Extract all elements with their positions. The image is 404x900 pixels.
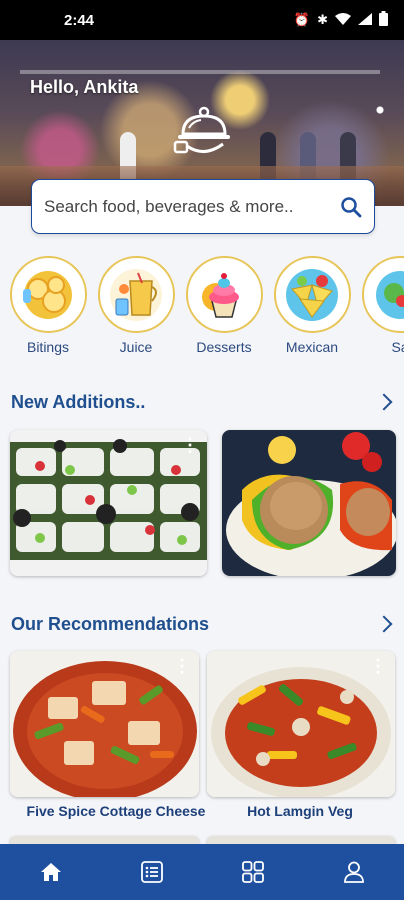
search-bar[interactable]: Search food, beverages & more.. <box>31 179 375 234</box>
home-icon <box>40 863 61 881</box>
cloche-logo-icon <box>173 106 230 154</box>
battery-icon <box>379 11 388 29</box>
juice-pitcher-icon <box>97 256 175 333</box>
veg-pizza-squares-photo <box>10 430 207 576</box>
more-options-icon[interactable]: ⋮ <box>173 657 191 675</box>
category-label: Juice <box>119 339 153 355</box>
category-item-bitings[interactable]: Bitings <box>8 256 88 355</box>
lemon-slices-icon <box>9 256 87 333</box>
search-input[interactable]: Search food, beverages & more.. <box>44 197 340 217</box>
category-carousel[interactable]: Bitings Juice Desserts Mexican S <box>0 256 404 356</box>
more-options-icon[interactable]: ⋮ <box>369 657 387 675</box>
nav-orders[interactable] <box>132 852 172 892</box>
cupcake-icon <box>185 256 263 333</box>
banner-decor <box>20 70 380 74</box>
category-item-mexican[interactable]: Mexican <box>272 256 352 355</box>
new-additions-chevron-right-icon[interactable] <box>375 393 393 411</box>
user-icon <box>343 861 364 883</box>
salad-icon <box>361 256 404 333</box>
signal-icon <box>358 12 372 28</box>
app-screen: 2:44 ⏰ ✱ Hello, Ankita Search food, beve… <box>0 0 404 900</box>
veg-stirfry-photo <box>207 651 395 797</box>
greeting-text: Hello, Ankita <box>30 77 139 97</box>
new-additions-title: New Additions.. <box>11 392 146 412</box>
category-label: Desserts <box>196 339 252 355</box>
paneer-curry-photo <box>10 651 199 797</box>
recommendations-title: Our Recommendations <box>11 614 210 634</box>
category-item-desserts[interactable]: Desserts <box>184 256 264 355</box>
grid-icon <box>241 861 264 883</box>
status-bar: 2:44 ⏰ ✱ <box>0 0 404 40</box>
more-options-icon[interactable]: ⋮ <box>181 436 199 454</box>
status-icons: ⏰ ✱ <box>294 11 388 29</box>
nav-profile[interactable] <box>334 852 374 892</box>
category-label: Bitings <box>26 339 70 355</box>
recommendation-name: Hot Lamgin Veg <box>247 803 353 819</box>
recommendation-name: Five Spice Cottage Cheese <box>26 803 206 819</box>
recommendation-card[interactable]: ⋮ <box>207 651 395 797</box>
recommendation-card[interactable]: ⋮ <box>10 651 199 797</box>
new-addition-card[interactable]: ⋮ <box>10 430 207 576</box>
wifi-icon <box>335 12 351 28</box>
list-icon <box>140 861 163 883</box>
stuffed-peppers-photo <box>222 430 396 576</box>
nav-categories[interactable] <box>233 852 273 892</box>
search-icon[interactable] <box>340 196 362 218</box>
bottom-navigation <box>0 844 404 900</box>
bluetooth-icon: ✱ <box>317 12 328 27</box>
nav-home[interactable] <box>31 852 71 892</box>
category-label: Sa <box>391 339 404 355</box>
recommendations-chevron-right-icon[interactable] <box>375 615 393 633</box>
category-label: Mexican <box>285 339 339 355</box>
alarm-icon: ⏰ <box>293 12 311 27</box>
nachos-icon <box>273 256 351 333</box>
category-item-salad[interactable]: Sa <box>360 256 404 355</box>
category-item-juice[interactable]: Juice <box>96 256 176 355</box>
new-addition-card[interactable] <box>222 430 396 576</box>
status-time: 2:44 <box>64 11 95 29</box>
